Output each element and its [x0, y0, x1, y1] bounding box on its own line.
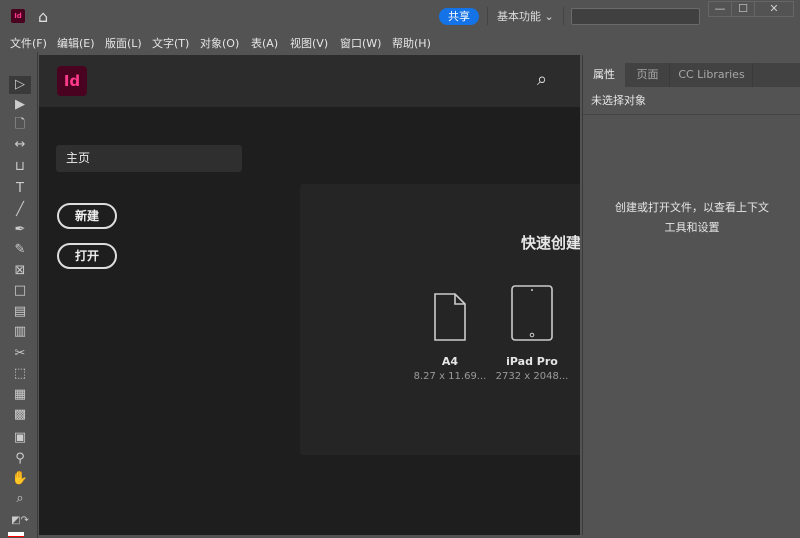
new-button[interactable]: 新建 — [57, 203, 117, 229]
menu-object[interactable]: 对象(O) — [200, 35, 239, 51]
note-tool-icon[interactable]: ▣ — [9, 429, 31, 447]
preset-name: iPad Pro — [506, 355, 558, 368]
tab-pages[interactable]: 页面 — [626, 63, 670, 87]
eyedropper-tool-icon[interactable]: ⚲ — [9, 450, 31, 468]
preset-name: A4 — [441, 355, 459, 368]
gradient-swatch-tool-icon[interactable]: ▦ — [9, 386, 31, 404]
preset-size: 2732 x 2048... — [495, 371, 569, 382]
panel-message-line: 创建或打开文件，以查看上下文 — [615, 201, 769, 214]
selection-status: 未选择对象 — [583, 87, 800, 115]
home-screen: Id ⌕ 主页 新建 打开 快速创建 A4 8.27 x 11.69... iP… — [39, 55, 580, 535]
rectangle-tool-icon[interactable]: □ — [9, 282, 31, 300]
menu-table[interactable]: 表(A) — [251, 35, 278, 51]
divider — [487, 7, 488, 25]
open-button[interactable]: 打开 — [57, 243, 117, 269]
workspace-label: 基本功能 — [497, 10, 541, 23]
search-input[interactable] — [571, 8, 700, 25]
indesign-logo: Id — [57, 66, 87, 96]
document-icon — [434, 293, 466, 341]
title-bar: Id ⌂ 共享 基本功能 ⌄ — ☐ ✕ — [0, 0, 800, 31]
close-button[interactable]: ✕ — [754, 1, 794, 17]
menu-view[interactable]: 视图(V) — [290, 35, 328, 51]
type-tool-icon[interactable]: T — [9, 180, 31, 198]
gradient-feather-tool-icon[interactable]: ▩ — [9, 406, 31, 424]
selection-tool-icon[interactable]: ▷ — [9, 76, 31, 94]
gap-tool-icon[interactable]: ↔ — [9, 136, 31, 154]
none-swatch-icon[interactable] — [8, 532, 24, 537]
menu-bar: 文件(F) 编辑(E) 版面(L) 文字(T) 对象(O) 表(A) 视图(V)… — [0, 31, 800, 52]
content-collector-tool-icon[interactable]: ⊔ — [9, 158, 31, 176]
search-icon[interactable]: ⌕ — [537, 69, 547, 90]
panel-message: 创建或打开文件，以查看上下文 工具和设置 — [583, 198, 800, 238]
divider — [563, 7, 564, 25]
tablet-icon — [511, 285, 553, 341]
preset-a4[interactable]: A4 8.27 x 11.69... — [410, 292, 490, 382]
menu-layout[interactable]: 版面(L) — [105, 35, 142, 51]
rectangle-frame-tool-icon[interactable]: ⊠ — [9, 262, 31, 280]
scissors-tool-icon[interactable]: ✂ — [9, 345, 31, 363]
horizontal-grid-tool-icon[interactable]: ▤ — [9, 303, 31, 321]
workspace-switcher[interactable]: 基本功能 ⌄ — [497, 8, 554, 24]
vertical-grid-tool-icon[interactable]: ▥ — [9, 323, 31, 341]
menu-window[interactable]: 窗口(W) — [340, 35, 381, 51]
preset-ipad-pro[interactable]: iPad Pro 2732 x 2048... — [492, 284, 572, 382]
menu-help[interactable]: 帮助(H) — [392, 35, 431, 51]
zoom-tool-icon[interactable]: ⌕ — [9, 490, 31, 508]
menu-type[interactable]: 文字(T) — [152, 35, 189, 51]
tab-cc-libraries[interactable]: CC Libraries — [671, 63, 753, 87]
panel-message-line: 工具和设置 — [664, 221, 720, 234]
preset-size: 8.27 x 11.69... — [413, 371, 487, 382]
menu-file[interactable]: 文件(F) — [10, 35, 47, 51]
hand-tool-icon[interactable]: ✋ — [9, 470, 31, 488]
share-button[interactable]: 共享 — [439, 8, 479, 25]
tab-properties[interactable]: 属性 — [583, 63, 625, 87]
free-transform-tool-icon[interactable]: ⬚ — [9, 365, 31, 383]
home-header: Id ⌕ — [39, 55, 580, 107]
menu-edit[interactable]: 编辑(E) — [57, 35, 95, 51]
chevron-down-icon: ⌄ — [544, 10, 554, 23]
pen-tool-icon[interactable]: ✒ — [9, 221, 31, 239]
quick-create-card: 快速创建 A4 8.27 x 11.69... iPad Pro 2732 x … — [300, 184, 580, 455]
properties-panel: 属性 页面 CC Libraries 未选择对象 创建或打开文件，以查看上下文 … — [582, 55, 800, 535]
direct-selection-tool-icon[interactable]: ▶ — [9, 96, 31, 114]
minimize-button[interactable]: — — [708, 1, 732, 17]
fill-stroke-swap-icon[interactable]: ◩↷ — [9, 512, 31, 530]
page-tool-icon[interactable]: 🗋 — [9, 116, 31, 134]
pencil-tool-icon[interactable]: ✎ — [9, 241, 31, 259]
maximize-button[interactable]: ☐ — [731, 1, 755, 17]
home-icon[interactable]: ⌂ — [38, 7, 48, 26]
panel-tabs: 属性 页面 CC Libraries — [583, 63, 800, 87]
app-logo: Id — [11, 9, 25, 23]
toolbox: ▷ ▶ 🗋 ↔ ⊔ T ╱ ✒ ✎ ⊠ □ ▤ ▥ ✂ ⬚ ▦ ▩ ▣ ⚲ ✋ … — [0, 52, 38, 538]
quick-create-title: 快速创建 — [521, 234, 580, 252]
line-tool-icon[interactable]: ╱ — [9, 201, 31, 219]
nav-home[interactable]: 主页 — [56, 145, 242, 172]
